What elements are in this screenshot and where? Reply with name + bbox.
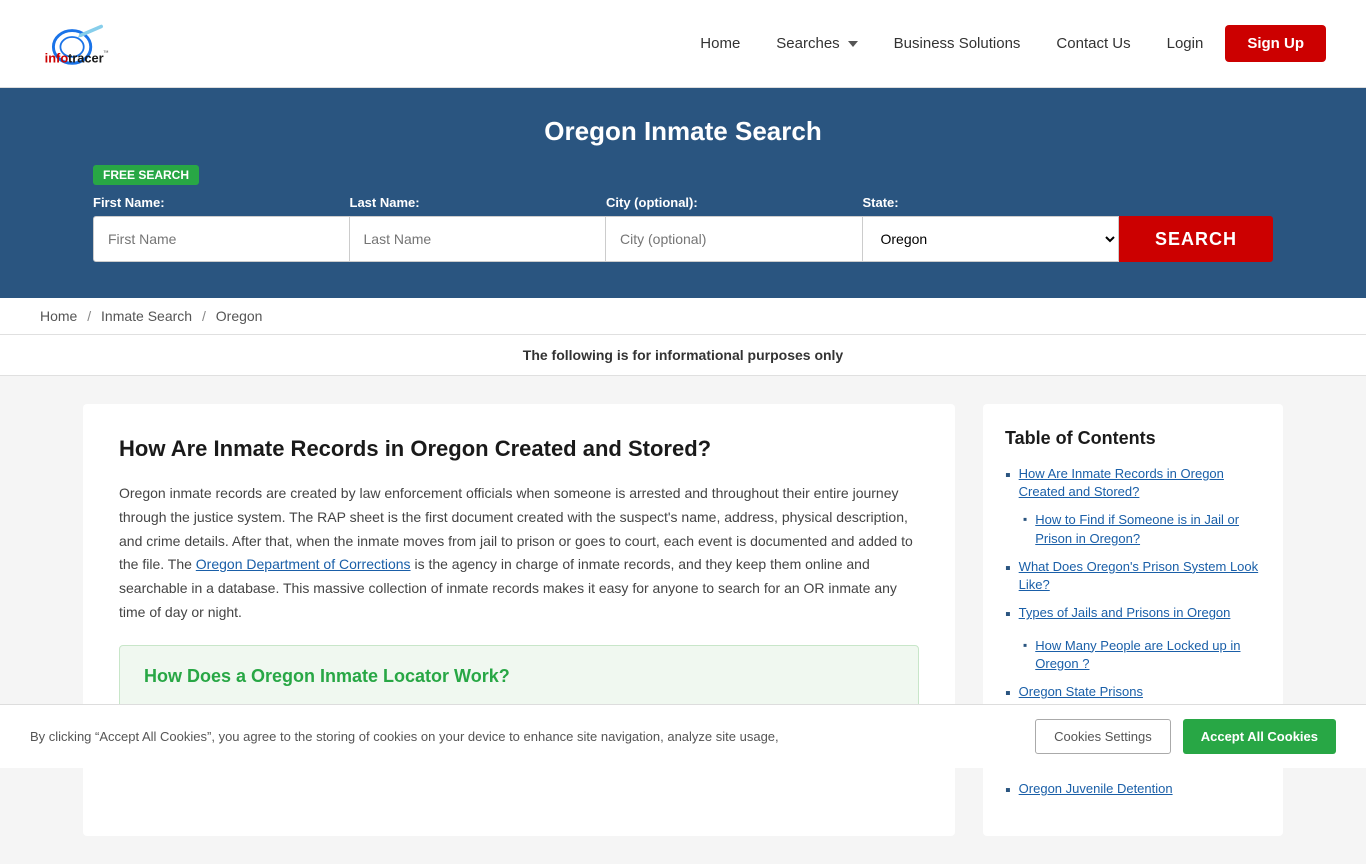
info-note: The following is for informational purpo… [0,335,1366,376]
nav-login[interactable]: Login [1153,27,1218,60]
logo-icon: info tracer ™ [40,9,110,79]
state-select[interactable]: Oregon Alabama Alaska California Florida… [863,216,1120,262]
nav-searches[interactable]: Searches [762,27,871,60]
toc-sidebar: Table of Contents ▪ How Are Inmate Recor… [983,404,1283,836]
breadcrumb-home[interactable]: Home [40,308,77,324]
breadcrumb-sep-1: / [87,308,91,324]
city-label: City (optional): [606,195,863,210]
nav-business[interactable]: Business Solutions [880,27,1035,60]
chevron-down-icon [848,41,858,47]
nav-home[interactable]: Home [686,27,754,60]
toc-bullet-icon: ▪ [1005,558,1011,580]
last-name-input[interactable] [350,216,607,262]
breadcrumb-current: Oregon [216,308,263,324]
article-paragraph-1: Oregon inmate records are created by law… [119,482,919,625]
banner-title: Oregon Inmate Search [40,116,1326,147]
toc-bullet-icon: ▪ [1005,780,1011,802]
free-search-badge: FREE SEARCH [93,165,199,185]
toc-item: ▪ Oregon State Prisons [1005,683,1261,705]
cookie-settings-button[interactable]: Cookies Settings [1035,719,1171,754]
cookie-buttons: Cookies Settings Accept All Cookies [1035,719,1336,754]
toc-link[interactable]: Oregon State Prisons [1019,683,1143,701]
city-group: City (optional): [606,195,863,262]
toc-item: ▪ Oregon Juvenile Detention [1005,780,1261,802]
state-group: State: Oregon Alabama Alaska California … [863,195,1120,262]
breadcrumb-sep-2: / [202,308,206,324]
main-content: How Are Inmate Records in Oregon Created… [43,376,1323,864]
last-name-label: Last Name: [350,195,607,210]
first-name-input[interactable] [93,216,350,262]
search-banner: Oregon Inmate Search FREE SEARCH First N… [0,88,1366,298]
nav-contact[interactable]: Contact Us [1042,27,1144,60]
state-label: State: [863,195,1120,210]
cookie-text: By clicking “Accept All Cookies”, you ag… [30,729,1015,744]
toc-link[interactable]: How Many People are Locked up in Oregon … [1035,637,1261,673]
svg-text:tracer: tracer [68,50,104,65]
toc-link[interactable]: How to Find if Someone is in Jail or Pri… [1035,511,1261,547]
cookie-banner: By clicking “Accept All Cookies”, you ag… [0,704,1366,768]
toc-item: ▪ How to Find if Someone is in Jail or P… [1005,511,1261,547]
toc-item: ▪ How Many People are Locked up in Orego… [1005,637,1261,673]
toc-link[interactable]: How Are Inmate Records in Oregon Created… [1019,465,1261,501]
toc-link[interactable]: Types of Jails and Prisons in Oregon [1019,604,1231,622]
toc-item: ▪ Types of Jails and Prisons in Oregon [1005,604,1261,626]
toc-link[interactable]: Oregon Juvenile Detention [1019,780,1173,798]
toc-item: ▪ What Does Oregon's Prison System Look … [1005,558,1261,594]
search-form-area: FREE SEARCH First Name: Last Name: City … [93,165,1273,262]
breadcrumb-inmate-search[interactable]: Inmate Search [101,308,192,324]
green-box-heading: How Does a Oregon Inmate Locator Work? [144,666,894,687]
svg-text:info: info [45,50,69,65]
site-header: info tracer ™ Home Searches Business Sol… [0,0,1366,88]
doc-link[interactable]: Oregon Department of Corrections [196,556,411,572]
toc-bullet-icon: ▪ [1005,465,1011,487]
cookie-accept-button[interactable]: Accept All Cookies [1183,719,1336,754]
article-heading: How Are Inmate Records in Oregon Created… [119,436,919,462]
signup-button[interactable]: Sign Up [1225,25,1326,62]
toc-bullet-icon: ▪ [1005,683,1011,705]
toc-bullet-icon: ▪ [1023,637,1027,654]
search-fields: First Name: Last Name: City (optional): … [93,195,1273,262]
svg-text:™: ™ [103,49,109,56]
search-button[interactable]: SEARCH [1119,216,1273,262]
city-input[interactable] [606,216,863,262]
article-section: How Are Inmate Records in Oregon Created… [83,404,955,836]
logo-area: info tracer ™ [40,9,110,79]
main-nav: Home Searches Business Solutions Contact… [686,25,1326,62]
toc-bullet-icon: ▪ [1023,511,1027,528]
breadcrumb: Home / Inmate Search / Oregon [0,298,1366,335]
first-name-label: First Name: [93,195,350,210]
last-name-group: Last Name: [350,195,607,262]
toc-heading: Table of Contents [1005,428,1261,449]
toc-link[interactable]: What Does Oregon's Prison System Look Li… [1019,558,1261,594]
first-name-group: First Name: [93,195,350,262]
toc-bullet-icon: ▪ [1005,604,1011,626]
toc-item: ▪ How Are Inmate Records in Oregon Creat… [1005,465,1261,501]
